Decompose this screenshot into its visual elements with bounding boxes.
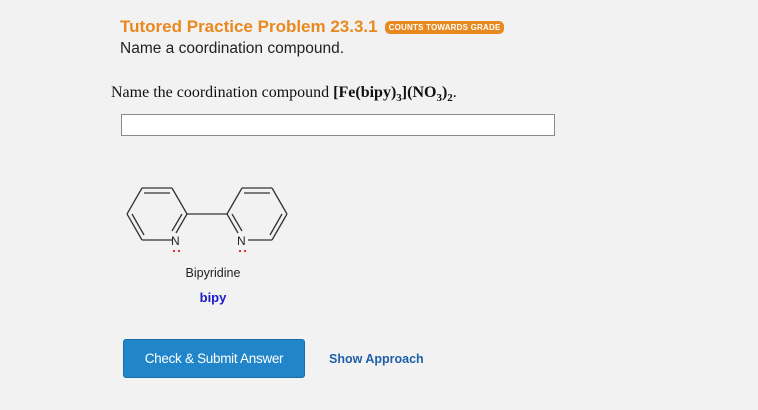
check-submit-answer-button[interactable]: Check & Submit Answer xyxy=(123,339,305,378)
lone-pair-dot xyxy=(238,249,242,253)
bipyridine-bonds xyxy=(126,187,288,241)
show-approach-link[interactable]: Show Approach xyxy=(329,352,424,366)
title-row: Tutored Practice Problem 23.3.1 COUNTS T… xyxy=(120,17,505,37)
molecule-abbreviation: bipy xyxy=(199,290,227,305)
bond xyxy=(126,187,143,215)
lone-pair-dot xyxy=(172,249,176,253)
lone-pair-dot xyxy=(243,249,247,253)
lone-pair-dot xyxy=(177,249,181,253)
lone-pair-dots xyxy=(172,249,247,253)
formula-part: [Fe(bipy) xyxy=(333,84,397,101)
nitrogen-label: N xyxy=(237,234,246,248)
bond xyxy=(226,213,239,234)
double-bond-inner xyxy=(171,213,183,232)
question-text: Name the coordination compound [Fe(bipy)… xyxy=(111,84,457,104)
bond xyxy=(171,187,188,215)
nitrogen-label: N xyxy=(171,234,180,248)
compound-formula: [Fe(bipy)3](NO3)2 xyxy=(333,84,453,104)
question-prefix: Name the coordination compound xyxy=(111,84,334,101)
answer-input[interactable] xyxy=(121,114,555,136)
question-suffix: . xyxy=(452,84,457,101)
bond xyxy=(175,213,188,234)
problem-title: Tutored Practice Problem 23.3.1 xyxy=(120,17,378,36)
bipyridine-structure-diagram: N N xyxy=(126,187,288,253)
double-bond-inner xyxy=(231,213,243,232)
bond xyxy=(271,187,288,215)
formula-part: ](NO xyxy=(401,84,437,101)
problem-header: Tutored Practice Problem 23.3.1 COUNTS T… xyxy=(120,17,505,58)
bond xyxy=(226,187,243,215)
grade-badge: COUNTS TOWARDS GRADE xyxy=(384,20,505,34)
molecule-name: Bipyridine xyxy=(185,266,241,280)
problem-subtitle: Name a coordination compound. xyxy=(120,40,345,57)
